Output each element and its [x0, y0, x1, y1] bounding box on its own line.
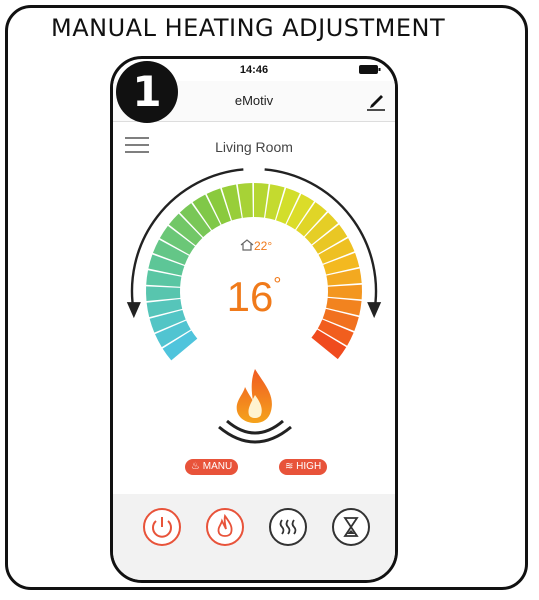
heat-waves-icon — [279, 519, 297, 535]
manual-mode-badge[interactable]: ♨ MANU — [185, 459, 239, 475]
current-temp-value: 16 — [226, 273, 274, 320]
step-number-badge: 1 — [116, 61, 178, 123]
home-icon — [240, 239, 254, 251]
target-temperature: 22° — [240, 239, 272, 253]
card-title: MANUAL HEATING ADJUSTMENT — [51, 14, 446, 42]
timer-button[interactable] — [332, 508, 370, 546]
flame-icon — [218, 369, 292, 444]
phone-frame: 14:46 eMotiv Living Room 22° 16° ♨ MANU … — [110, 56, 398, 583]
power-button[interactable] — [143, 508, 181, 546]
flame-mode-button[interactable] — [206, 508, 244, 546]
power-level-label: HIGH — [296, 461, 322, 472]
manual-mode-label: MANU — [202, 461, 233, 472]
target-temp-value: 22° — [254, 239, 273, 253]
flame-icon: ♨ — [191, 461, 200, 472]
power-level-badge[interactable]: ≋ HIGH — [279, 459, 328, 475]
degree-symbol: ° — [273, 274, 282, 296]
flame-icon — [217, 513, 233, 537]
power-icon — [152, 517, 172, 538]
hourglass-icon — [343, 517, 359, 537]
bottom-control-bar — [113, 494, 395, 580]
current-temperature: 16° — [113, 273, 395, 321]
heat-level-button[interactable] — [269, 508, 307, 546]
heat-waves-icon: ≋ — [285, 461, 294, 472]
